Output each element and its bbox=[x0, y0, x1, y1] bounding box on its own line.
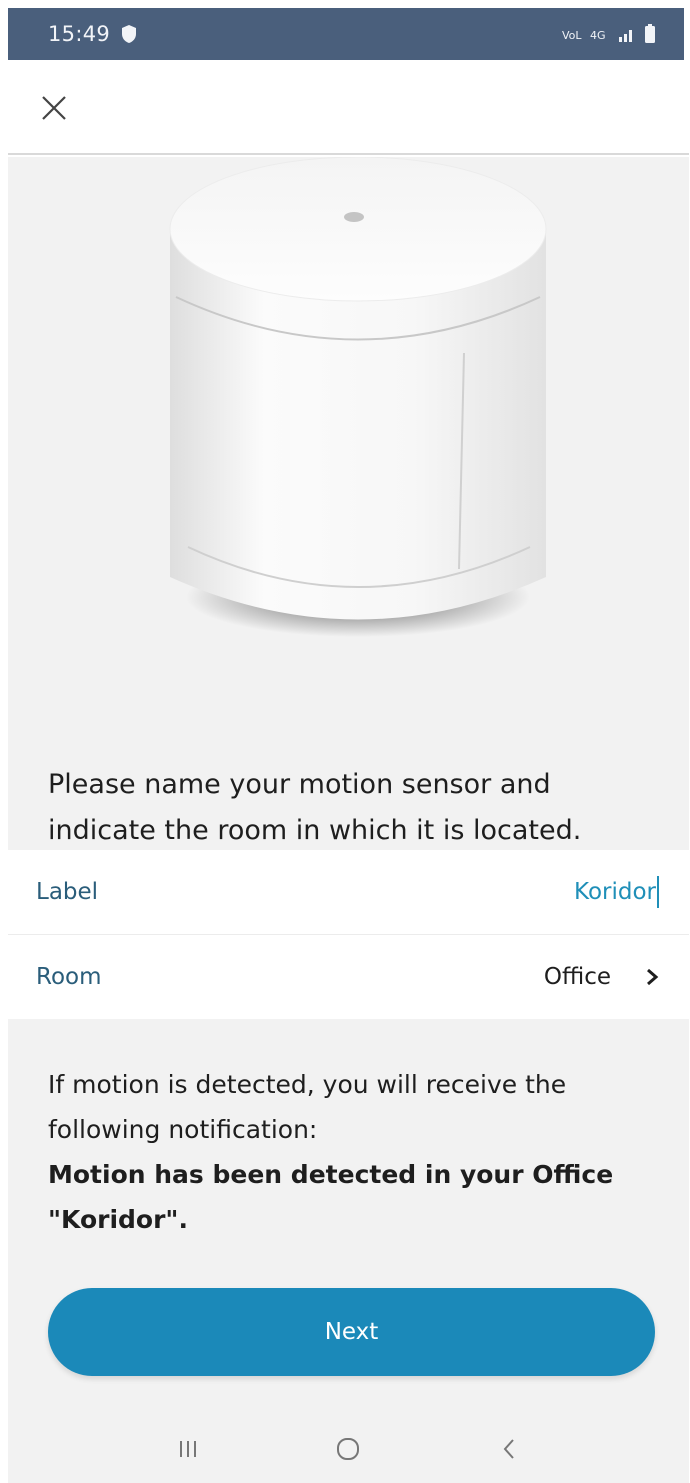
status-time: 15:49 bbox=[48, 22, 111, 46]
label-row[interactable]: Label Koridor bbox=[8, 850, 689, 934]
close-icon bbox=[42, 96, 66, 120]
label-input-value: Koridor bbox=[574, 879, 656, 905]
chevron-right-icon bbox=[647, 968, 659, 986]
motion-sensor-image bbox=[169, 157, 547, 637]
instruction-text: Please name your motion sensor and indic… bbox=[48, 769, 582, 846]
notice-example: Motion has been detected in your Office … bbox=[48, 1160, 614, 1234]
next-button[interactable]: Next bbox=[48, 1288, 655, 1376]
recents-button[interactable] bbox=[158, 1424, 218, 1474]
back-icon bbox=[503, 1439, 514, 1459]
top-bar bbox=[8, 60, 689, 155]
status-right: VoL 4G bbox=[562, 24, 656, 44]
status-left: 15:49 bbox=[48, 22, 138, 46]
volte2-icon: 4G bbox=[590, 25, 610, 43]
recents-icon bbox=[180, 1441, 197, 1457]
volte1-icon: VoL bbox=[562, 25, 582, 43]
label-field-label: Label bbox=[36, 879, 99, 905]
notification-notice: If motion is detected, you will receive … bbox=[48, 1062, 668, 1242]
room-row[interactable]: Room Office bbox=[8, 935, 689, 1019]
back-button[interactable] bbox=[479, 1424, 539, 1474]
status-bar: 15:49 VoL 4G bbox=[8, 8, 684, 60]
room-field-label: Room bbox=[36, 964, 102, 990]
shield-icon bbox=[120, 24, 138, 44]
home-button[interactable] bbox=[318, 1424, 378, 1474]
home-icon bbox=[337, 1438, 360, 1460]
content-area: Please name your motion sensor and indic… bbox=[8, 157, 689, 1415]
system-nav-bar bbox=[8, 1415, 689, 1483]
signal-icon bbox=[618, 25, 636, 43]
notice-text: If motion is detected, you will receive … bbox=[48, 1070, 567, 1144]
text-caret bbox=[657, 876, 659, 908]
label-input[interactable]: Koridor bbox=[574, 876, 659, 908]
svg-text:4G: 4G bbox=[590, 29, 606, 42]
room-selector[interactable]: Office bbox=[544, 964, 659, 990]
room-value: Office bbox=[543, 964, 611, 990]
battery-icon bbox=[644, 24, 656, 44]
svg-text:VoL: VoL bbox=[562, 29, 582, 42]
close-button[interactable] bbox=[36, 90, 72, 126]
